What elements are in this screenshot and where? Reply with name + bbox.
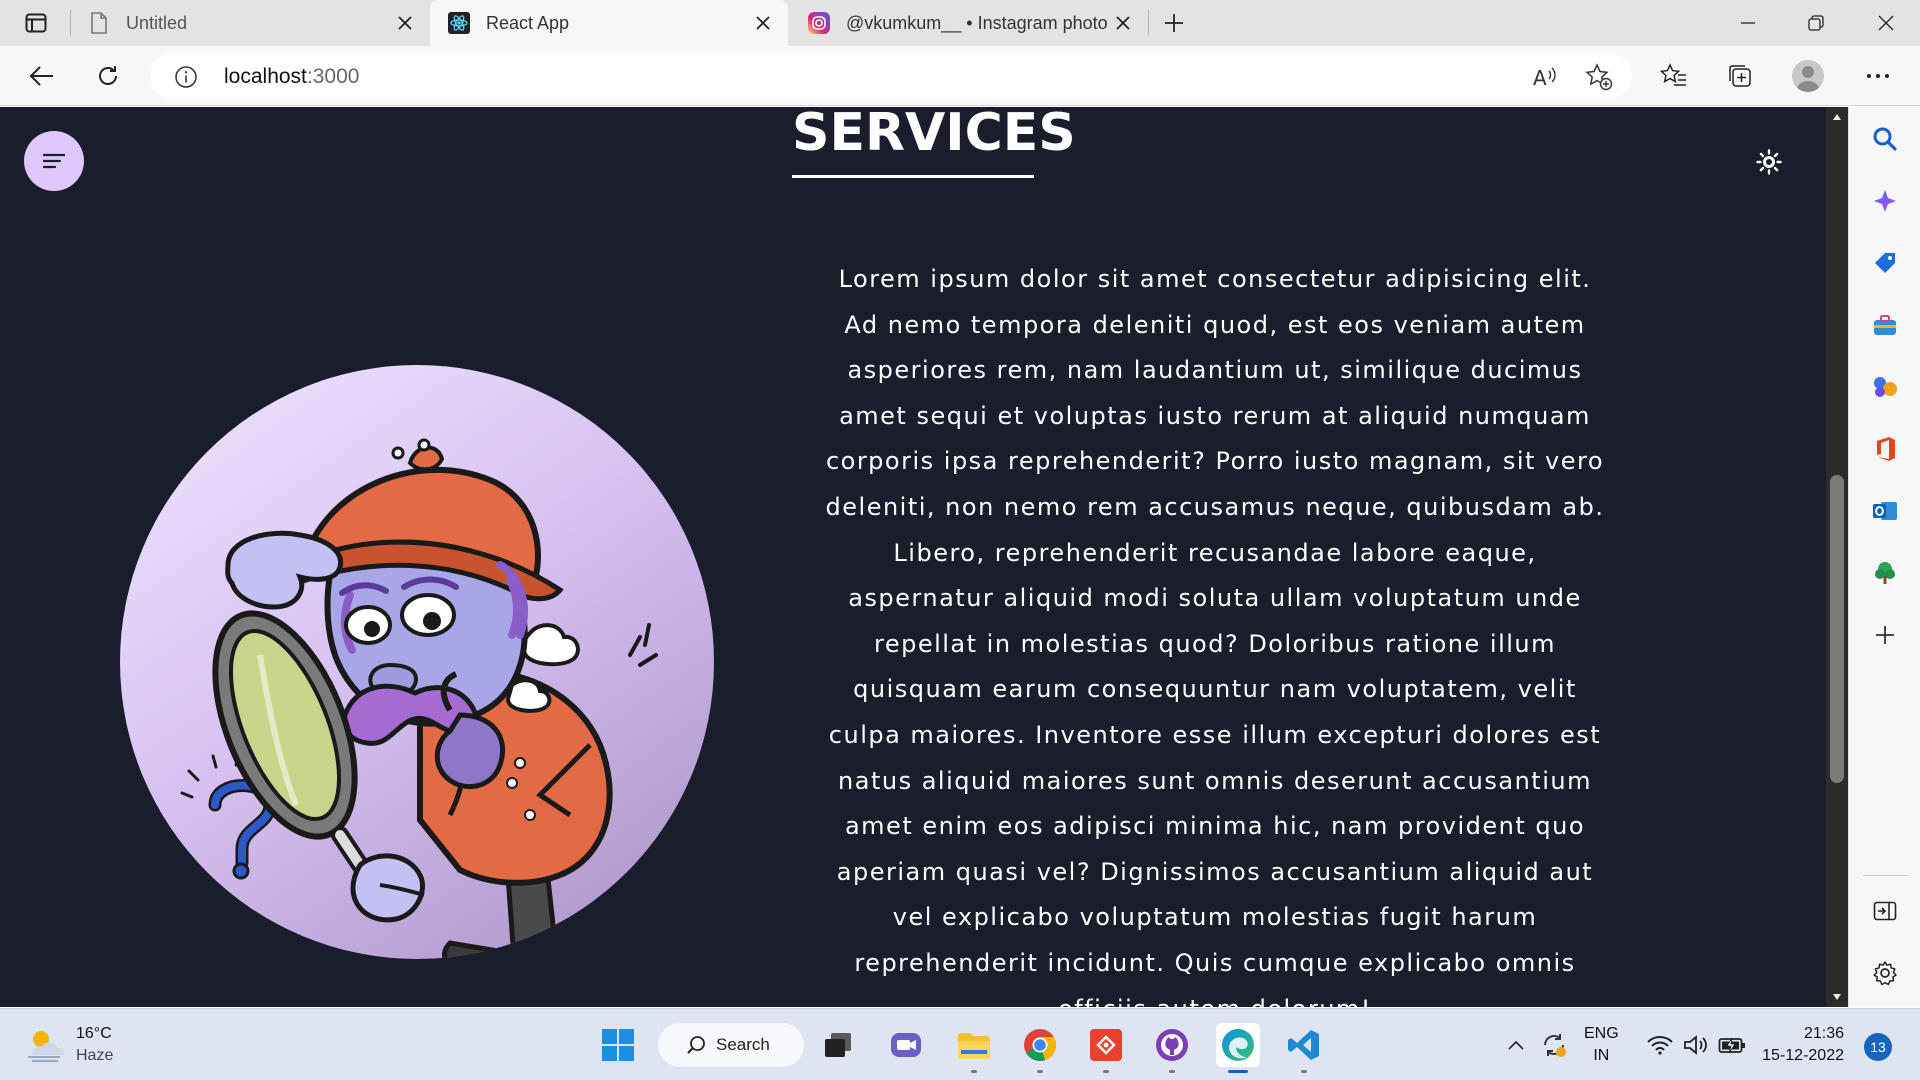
page-viewport: SERVICES Lorem ipsum dolor sit amet cons… — [0, 107, 1826, 1007]
settings-gear-icon[interactable] — [1867, 955, 1903, 991]
restore-icon[interactable] — [1782, 0, 1850, 46]
scroll-down-icon[interactable] — [1826, 987, 1848, 1007]
sync-icon[interactable] — [1540, 1031, 1568, 1059]
office-icon[interactable] — [1867, 431, 1903, 467]
copilot-sparkle-icon[interactable] — [1867, 183, 1903, 219]
scroll-thumb[interactable] — [1830, 475, 1844, 783]
collections-icon[interactable] — [1720, 56, 1760, 96]
wifi-icon[interactable] — [1646, 1031, 1674, 1059]
page-title: SERVICES — [792, 107, 1076, 163]
running-indicator — [1228, 1070, 1248, 1073]
input-language[interactable]: ENG IN — [1584, 1023, 1619, 1067]
menu-button[interactable] — [24, 131, 84, 191]
favorites-icon[interactable] — [1654, 56, 1694, 96]
chrome-icon[interactable] — [1018, 1023, 1062, 1073]
taskbar-search-button[interactable]: Search — [658, 1023, 804, 1067]
task-view-icon[interactable] — [816, 1023, 860, 1067]
back-icon[interactable] — [22, 56, 62, 96]
git-app-icon[interactable] — [1084, 1023, 1128, 1073]
tab-untitled[interactable]: Untitled — [70, 0, 430, 46]
notification-badge[interactable]: 13 — [1864, 1033, 1892, 1061]
tab-title: React App — [486, 12, 570, 33]
weather-description: Haze — [76, 1047, 114, 1064]
avatar — [1792, 60, 1824, 92]
address-bar[interactable]: localhost:3000 A — [150, 54, 1632, 98]
url-port: :3000 — [306, 65, 360, 88]
games-icon[interactable] — [1867, 369, 1903, 405]
github-desktop-icon[interactable] — [1150, 1023, 1194, 1073]
clock-date: 15-12-2022 — [1762, 1047, 1844, 1064]
close-tab-icon[interactable] — [390, 8, 420, 38]
detective-illustration — [120, 365, 714, 959]
services-description: Lorem ipsum dolor sit amet consectetur a… — [825, 265, 1605, 1007]
tab-actions-icon[interactable] — [14, 8, 58, 38]
new-tab-icon[interactable] — [1158, 8, 1190, 38]
theme-toggle-sun-icon[interactable] — [1756, 149, 1782, 175]
tab-bar: Untitled React App @vkumkum__ • Instagra… — [0, 0, 1920, 46]
teams-chat-icon[interactable] — [884, 1023, 928, 1067]
shopping-tag-icon[interactable] — [1867, 245, 1903, 281]
edge-browser-icon[interactable] — [1216, 1023, 1260, 1073]
tree-icon[interactable] — [1867, 555, 1903, 591]
tab-react-app[interactable]: React App — [430, 0, 788, 46]
close-tab-icon[interactable] — [1108, 8, 1138, 38]
close-tab-icon[interactable] — [748, 8, 778, 38]
profile-avatar[interactable] — [1788, 56, 1828, 96]
react-icon — [448, 12, 470, 34]
read-aloud-icon[interactable]: A — [1530, 62, 1560, 92]
running-indicator — [1103, 1070, 1109, 1073]
url-text[interactable]: localhost:3000 — [224, 65, 359, 89]
running-indicator — [971, 1070, 977, 1073]
search-icon — [687, 1036, 705, 1054]
refresh-icon[interactable] — [88, 56, 128, 96]
tab-separator — [1148, 10, 1149, 36]
sidebar-divider — [1863, 875, 1907, 876]
scroll-up-icon[interactable] — [1826, 107, 1848, 127]
hide-sidebar-icon[interactable] — [1867, 893, 1903, 929]
add-sidebar-app-icon[interactable] — [1867, 617, 1903, 653]
search-icon[interactable] — [1867, 121, 1903, 157]
edge-sidebar — [1848, 107, 1920, 1007]
add-favorite-icon[interactable] — [1584, 62, 1614, 92]
tab-title: @vkumkum__ • Instagram photo — [846, 12, 1108, 33]
show-hidden-icons-chevron-icon[interactable] — [1502, 1031, 1530, 1059]
clock-time: 21:36 — [1803, 1025, 1844, 1042]
system-clock[interactable]: 21:36 15-12-2022 — [1758, 1023, 1844, 1067]
weather-temperature: 16°C — [76, 1025, 112, 1042]
search-label: Search — [716, 1035, 770, 1054]
language-region: IN — [1593, 1047, 1610, 1064]
running-indicator — [1037, 1070, 1043, 1073]
page-scrollbar[interactable] — [1826, 107, 1848, 1007]
volume-icon[interactable] — [1682, 1031, 1710, 1059]
url-host: localhost — [224, 65, 307, 88]
weather-haze-icon — [28, 1031, 64, 1062]
language-code: ENG — [1584, 1025, 1619, 1042]
tools-briefcase-icon[interactable] — [1867, 307, 1903, 343]
weather-widget[interactable]: 16°C Haze — [24, 1023, 113, 1067]
running-indicator — [1169, 1070, 1175, 1073]
tab-instagram[interactable]: @vkumkum__ • Instagram photo — [790, 0, 1148, 46]
instagram-icon — [808, 12, 830, 34]
page-icon — [88, 12, 110, 34]
browser-toolbar: localhost:3000 A — [0, 46, 1920, 106]
close-window-icon[interactable] — [1852, 0, 1920, 46]
battery-charging-icon[interactable] — [1718, 1031, 1746, 1059]
tab-title: Untitled — [126, 12, 188, 33]
site-info-icon[interactable] — [174, 65, 198, 89]
outlook-icon[interactable] — [1867, 493, 1903, 529]
vscode-icon[interactable] — [1282, 1023, 1326, 1073]
menu-icon — [43, 153, 65, 169]
minimize-icon[interactable] — [1714, 0, 1782, 46]
file-explorer-icon[interactable] — [952, 1023, 996, 1073]
running-indicator — [1301, 1070, 1307, 1073]
start-button[interactable] — [596, 1023, 640, 1067]
windows-logo-icon — [602, 1029, 634, 1061]
svg-text:A: A — [1533, 66, 1547, 89]
title-underline — [792, 175, 1034, 178]
more-options-icon[interactable] — [1858, 56, 1898, 96]
windows-taskbar: 16°C Haze Search ENG IN 21:36 15-12-2022… — [0, 1008, 1920, 1080]
